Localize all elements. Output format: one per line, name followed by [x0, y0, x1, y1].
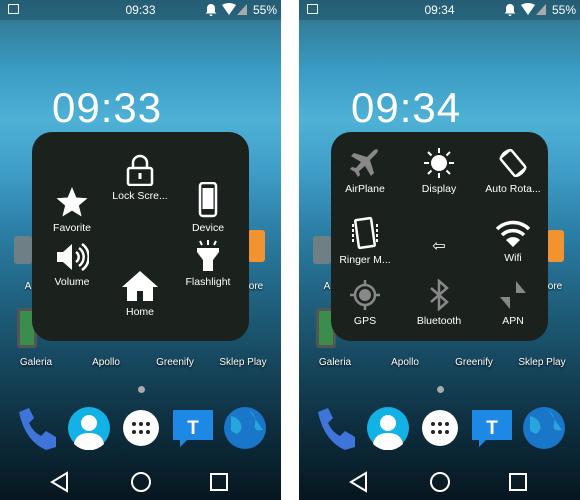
settings-menu-panel: AirPlane Display Auto Rota... Ringer M..… — [331, 132, 548, 341]
lock-icon — [126, 154, 154, 186]
menu-item-bluetooth[interactable]: Bluetooth — [401, 279, 477, 327]
wifi-signal-icon — [521, 3, 546, 15]
recents-nav-icon[interactable] — [207, 470, 231, 494]
menu-label: Lock Scre... — [112, 190, 168, 202]
menu-label: Home — [125, 306, 154, 318]
app-label-galeria[interactable]: Galeria — [1, 357, 71, 368]
menu-item-flashlight[interactable]: Flashlight — [170, 240, 246, 288]
flashlight-icon — [197, 240, 219, 271]
page-indicator — [138, 386, 145, 393]
airplane-icon — [350, 149, 378, 177]
lockscreen-clock: 09:33 — [52, 84, 163, 131]
app-label-greenify[interactable]: Greenify — [439, 357, 509, 368]
menu-item-home[interactable]: Home — [102, 270, 178, 318]
app-label: ore — [248, 281, 264, 292]
menu-label: Bluetooth — [416, 315, 462, 327]
phone-screen-2: 09:34 55% 09:34 A ore Galeria Apollo Gre… — [299, 0, 580, 500]
home-icon — [122, 271, 158, 301]
star-icon — [56, 187, 88, 217]
app-label-sklep-play[interactable]: Sklep Play — [208, 357, 278, 368]
svg-text:T: T — [486, 418, 498, 439]
menu-item-display[interactable]: Display — [401, 147, 477, 195]
battery-percent: 55% — [252, 3, 277, 17]
menu-item-ringer-mode[interactable]: Ringer M... — [327, 216, 403, 266]
home-nav-icon[interactable] — [129, 470, 153, 494]
menu-item-gps[interactable]: GPS — [327, 279, 403, 327]
bell-icon — [205, 4, 217, 16]
menu-label: Display — [421, 183, 457, 195]
back-arrow-icon: ⇦ — [432, 238, 446, 255]
camera-app-icon[interactable] — [14, 236, 32, 264]
messages-dock-icon[interactable]: T — [171, 406, 215, 450]
menu-label: Ringer M... — [339, 254, 391, 266]
messages-dock-icon[interactable]: T — [470, 406, 514, 450]
menu-label: AirPlane — [345, 183, 385, 195]
menu-back-button[interactable]: ⇦ — [401, 232, 477, 256]
phone-screen-1: 09:33 55% 09:33 A ore Galeria Apollo Gre… — [0, 0, 281, 500]
app-label-greenify[interactable]: Greenify — [140, 357, 210, 368]
menu-label: GPS — [353, 315, 377, 327]
menu-label: Favorite — [53, 222, 91, 234]
menu-label: Flashlight — [185, 276, 231, 288]
bell-icon — [504, 4, 516, 16]
status-bar: 09:34 55% — [299, 0, 580, 20]
app-label-galeria[interactable]: Galeria — [300, 357, 370, 368]
back-nav-icon[interactable] — [48, 470, 72, 494]
app-label-apollo[interactable]: Apollo — [71, 357, 141, 368]
browser-dock-icon[interactable] — [522, 406, 566, 450]
menu-item-lock-screen[interactable]: Lock Scre... — [102, 154, 178, 202]
app-label-sklep-play[interactable]: Sklep Play — [507, 357, 577, 368]
back-nav-icon[interactable] — [347, 470, 371, 494]
home-nav-icon[interactable] — [428, 470, 452, 494]
smartphone-icon — [198, 182, 218, 218]
recents-nav-icon[interactable] — [506, 470, 530, 494]
vibrate-icon — [352, 216, 378, 250]
phone-dock-icon[interactable] — [15, 406, 59, 450]
bluetooth-icon — [430, 279, 449, 311]
gps-icon — [350, 280, 380, 310]
menu-item-airplane[interactable]: AirPlane — [327, 147, 403, 195]
wifi-signal-icon — [222, 3, 247, 15]
page-indicator — [437, 386, 444, 393]
store-app-icon[interactable] — [248, 230, 265, 262]
menu-label: Wifi — [504, 252, 522, 264]
screen-rotation-icon — [499, 148, 527, 178]
status-bar: 09:33 55% — [0, 0, 281, 20]
assistive-menu-panel: Lock Scre... Favorite Device Volume Flas… — [32, 132, 249, 341]
menu-item-wifi[interactable]: Wifi — [475, 218, 551, 264]
contacts-dock-icon[interactable] — [366, 406, 410, 450]
menu-item-favorite[interactable]: Favorite — [34, 186, 110, 234]
contacts-dock-icon[interactable] — [67, 406, 111, 450]
menu-item-volume[interactable]: Volume — [34, 242, 110, 288]
browser-dock-icon[interactable] — [223, 406, 267, 450]
app-drawer-icon[interactable] — [418, 406, 462, 450]
menu-label: Volume — [54, 276, 90, 288]
volume-icon — [57, 242, 89, 272]
menu-label: APN — [502, 315, 524, 327]
menu-label: Auto Rota... — [485, 183, 541, 195]
app-label-apollo[interactable]: Apollo — [370, 357, 440, 368]
brightness-icon — [424, 148, 454, 178]
menu-item-device[interactable]: Device — [170, 182, 246, 234]
menu-item-auto-rotate[interactable]: Auto Rota... — [475, 147, 551, 195]
app-drawer-icon[interactable] — [119, 406, 163, 450]
menu-label: Device — [191, 222, 225, 234]
phone-dock-icon[interactable] — [314, 406, 358, 450]
data-transfer-icon — [500, 281, 526, 309]
menu-item-apn[interactable]: APN — [475, 279, 551, 327]
lockscreen-clock: 09:34 — [351, 84, 462, 131]
battery-percent: 55% — [551, 3, 576, 17]
wifi-icon — [495, 220, 531, 247]
svg-text:T: T — [187, 418, 199, 439]
